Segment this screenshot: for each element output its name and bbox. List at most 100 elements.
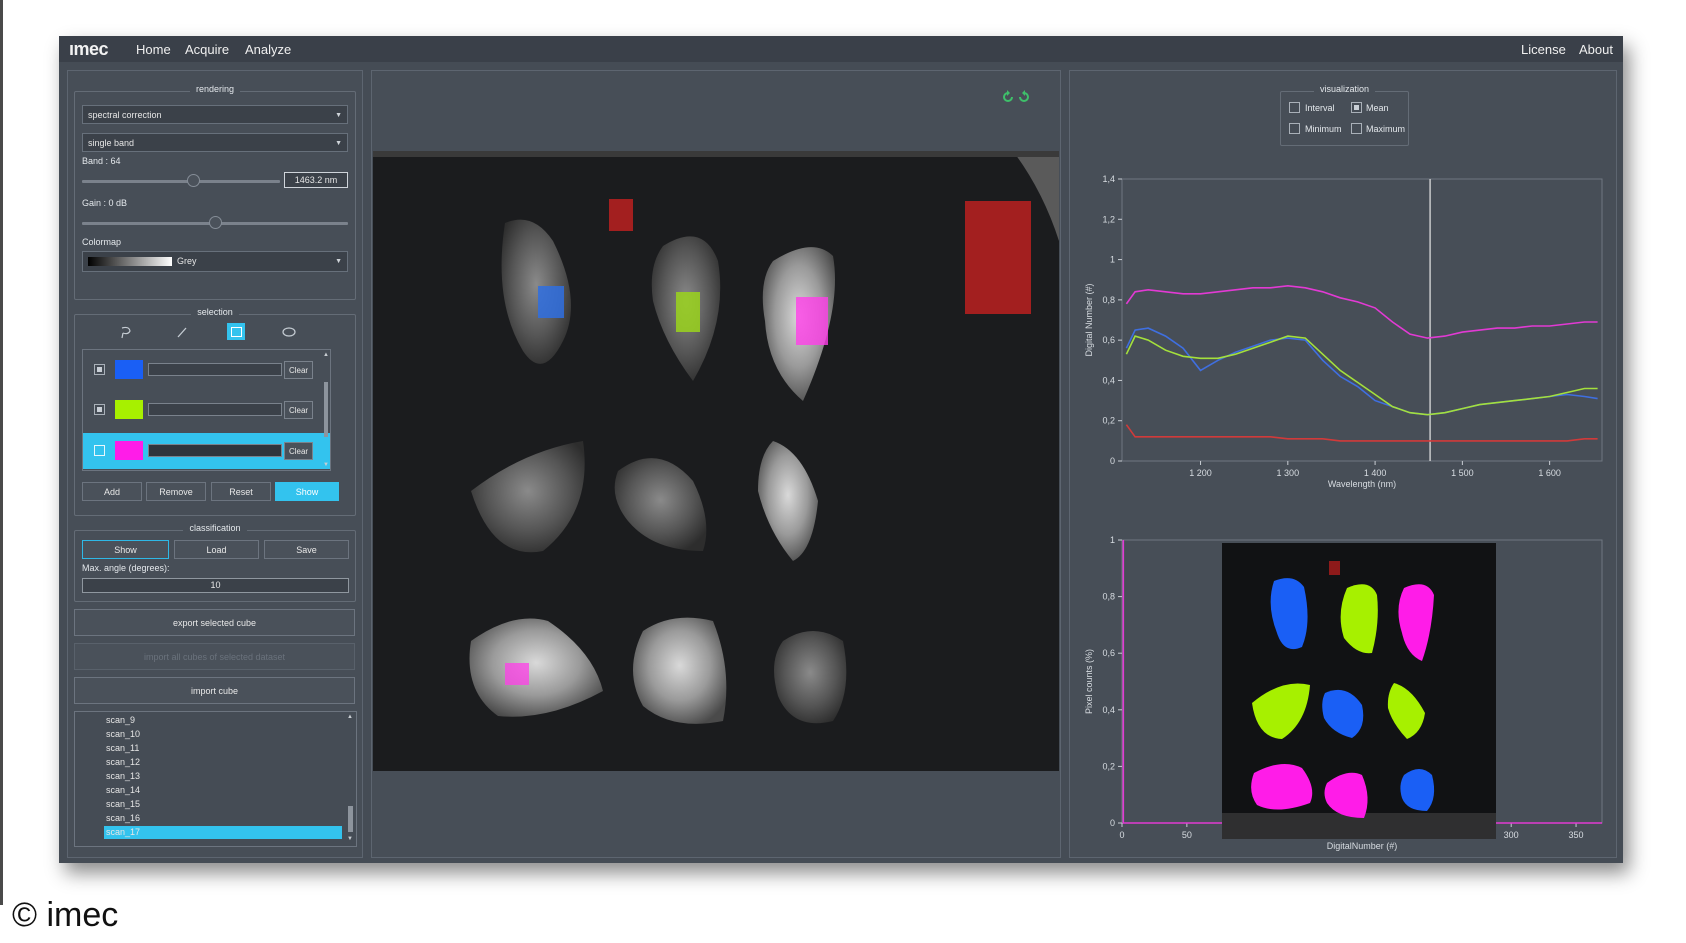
- selection-name-field[interactable]: [148, 363, 282, 376]
- sample-leaf: [633, 617, 727, 724]
- nav-about[interactable]: About: [1579, 42, 1613, 57]
- visualization-group: visualization Interval Mean Minimum Maxi…: [1280, 84, 1409, 146]
- selection-visibility-checkbox[interactable]: [94, 445, 105, 456]
- series-line: [1125, 327, 1598, 416]
- roi-red-large[interactable]: [965, 201, 1031, 314]
- selection-name-field[interactable]: [148, 403, 282, 416]
- show-selection-button[interactable]: Show: [275, 482, 339, 501]
- ellipse-tool-icon[interactable]: [281, 325, 297, 339]
- copyright-notice: © imec: [12, 896, 119, 934]
- scroll-down-icon[interactable]: ▼: [347, 836, 353, 842]
- scroll-down-icon[interactable]: ▼: [323, 462, 329, 468]
- undo-icon[interactable]: [1003, 90, 1013, 102]
- scan-list-item[interactable]: scan_14: [106, 784, 140, 797]
- roi-magenta-small[interactable]: [505, 663, 529, 685]
- y-axis-label: Pixel counts (%): [1084, 649, 1094, 714]
- selection-row[interactable]: Clear: [83, 394, 330, 426]
- scan-list-item[interactable]: scan_13: [106, 770, 140, 783]
- scan-list-item[interactable]: scan_16: [106, 812, 140, 825]
- clear-button[interactable]: Clear: [284, 361, 313, 379]
- hyperspectral-scan-image[interactable]: [373, 151, 1059, 771]
- selection-visibility-checkbox[interactable]: [94, 404, 105, 415]
- selection-color-swatch[interactable]: [115, 360, 143, 379]
- scan-list-item[interactable]: scan_9: [106, 714, 135, 727]
- scan-list-item[interactable]: scan_11: [106, 742, 139, 755]
- colormap-label: Colormap: [82, 237, 122, 247]
- scan-list-scrollbar[interactable]: ▲ ▼: [347, 714, 354, 842]
- colormap-select[interactable]: Grey ▼: [82, 251, 348, 272]
- minimum-checkbox[interactable]: [1289, 123, 1300, 134]
- correction-mode-select[interactable]: spectral correction ▼: [82, 105, 348, 124]
- show-classification-button[interactable]: Show: [82, 540, 169, 559]
- clear-button[interactable]: Clear: [284, 442, 313, 460]
- max-angle-field[interactable]: 10: [82, 578, 349, 593]
- x-axis-label: Wavelength (nm): [1328, 479, 1396, 489]
- save-classification-button[interactable]: Save: [264, 540, 349, 559]
- selection-color-swatch[interactable]: [115, 400, 143, 419]
- reset-selection-button[interactable]: Reset: [211, 482, 271, 501]
- add-selection-button[interactable]: Add: [82, 482, 142, 501]
- selection-row[interactable]: Clear: [83, 354, 330, 386]
- correction-mode-value: spectral correction: [88, 110, 162, 120]
- selection-color-swatch[interactable]: [115, 441, 143, 460]
- lasso-tool-icon[interactable]: [119, 325, 133, 339]
- mean-label: Mean: [1366, 103, 1389, 113]
- nav-analyze[interactable]: Analyze: [245, 42, 291, 57]
- top-menu-bar: ımec Home Acquire Analyze License About: [59, 36, 1623, 62]
- band-slider[interactable]: [82, 180, 280, 183]
- roi-green[interactable]: [676, 292, 700, 332]
- load-classification-button[interactable]: Load: [174, 540, 259, 559]
- selection-list: Clear Clear Clear ▲ ▼: [82, 349, 331, 471]
- import-cube-button[interactable]: import cube: [74, 677, 355, 704]
- imec-logo: ımec: [69, 39, 109, 59]
- classification-group: classification Show Load Save Max. angle…: [74, 523, 356, 602]
- gain-label: Gain : 0 dB: [82, 198, 128, 208]
- selection-visibility-checkbox[interactable]: [94, 364, 105, 375]
- x-tick-label: 0: [1119, 830, 1124, 840]
- analysis-panel: visualization Interval Mean Minimum Maxi…: [1069, 70, 1617, 858]
- mean-checkbox[interactable]: [1351, 102, 1362, 113]
- scrollbar-thumb[interactable]: [348, 806, 353, 832]
- clear-button[interactable]: Clear: [284, 401, 313, 419]
- scan-list-item[interactable]: scan_12: [106, 756, 140, 769]
- selection-row-selected[interactable]: Clear: [83, 433, 330, 469]
- band-nm-field[interactable]: 1463.2 nm: [284, 172, 348, 188]
- export-selected-cube-button[interactable]: export selected cube: [74, 609, 355, 636]
- band-slider-handle[interactable]: [186, 174, 200, 187]
- scan-list-item[interactable]: scan_15: [106, 798, 140, 811]
- scroll-up-icon[interactable]: ▲: [347, 714, 353, 720]
- roi-blue[interactable]: [538, 286, 564, 318]
- grey-gradient-preview: [88, 257, 172, 266]
- x-tick-label: 300: [1504, 830, 1519, 840]
- gain-slider-handle[interactable]: [209, 216, 222, 229]
- band-mode-select[interactable]: single band ▼: [82, 133, 348, 152]
- interval-checkbox[interactable]: [1289, 102, 1300, 113]
- series-line: [1125, 284, 1598, 339]
- classification-map-image[interactable]: [1222, 543, 1496, 839]
- nav-acquire[interactable]: Acquire: [185, 42, 229, 57]
- scan-list-item[interactable]: scan_10: [106, 728, 140, 741]
- rectangle-tool-icon[interactable]: [227, 323, 245, 340]
- spectrum-chart[interactable]: 0 0,2 0,4 0,6 0,8 1 1,2 1,4 1 200 1 300 1 400 1 500…: [1070, 151, 1616, 496]
- roi-magenta[interactable]: [796, 297, 828, 345]
- redo-icon[interactable]: [1019, 90, 1029, 102]
- x-tick-label: 1 300: [1277, 468, 1300, 478]
- remove-selection-button[interactable]: Remove: [146, 482, 206, 501]
- import-all-cubes-button[interactable]: import all cubes of selected dataset: [74, 643, 355, 670]
- line-tool-icon[interactable]: [175, 325, 189, 339]
- y-tick-label: 1: [1110, 536, 1115, 545]
- y-tick-label: 0,8: [1102, 592, 1115, 602]
- scrollbar-thumb[interactable]: [324, 382, 328, 437]
- max-angle-label: Max. angle (degrees):: [82, 563, 170, 573]
- y-tick-label: 0,2: [1102, 416, 1115, 426]
- window-frame-edge: [0, 0, 3, 905]
- nav-home[interactable]: Home: [136, 42, 171, 57]
- scroll-up-icon[interactable]: ▲: [323, 352, 329, 358]
- roi-red-small[interactable]: [609, 199, 633, 231]
- selection-scrollbar[interactable]: ▲ ▼: [323, 352, 329, 468]
- selection-name-field[interactable]: [148, 444, 282, 457]
- scan-list-item-selected[interactable]: scan_17: [104, 826, 342, 839]
- x-tick-label: 1 400: [1364, 468, 1387, 478]
- maximum-checkbox[interactable]: [1351, 123, 1362, 134]
- nav-license[interactable]: License: [1521, 42, 1566, 57]
